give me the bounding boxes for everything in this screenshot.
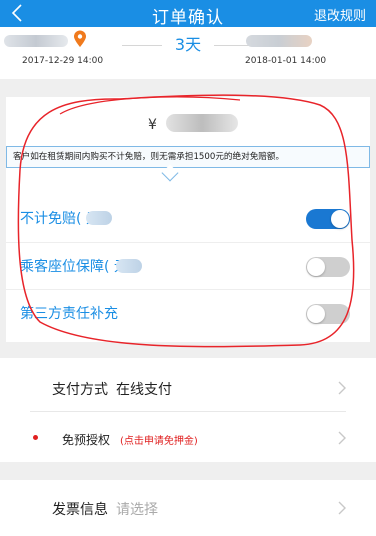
trip-summary: 3天 2017-12-29 14:00 2018-01-01 14:00 [0, 27, 376, 79]
insurance-label: 第三方责任补充 [20, 306, 118, 322]
invoice-text: 发票信息 请选择 [52, 499, 158, 519]
invoice-section: 发票信息 请选择 [0, 480, 376, 536]
insurance-row-passenger: 乘客座位保障( 元) [6, 242, 370, 288]
deductible-notice: 客户如在租赁期间内购买不计免赔，则无需承担1500元的绝对免赔额。 [6, 146, 370, 168]
preauth-label: 免预授权 [62, 433, 111, 447]
invoice-row[interactable]: 发票信息 请选择 [0, 482, 376, 534]
invoice-label: 发票信息 [52, 502, 108, 518]
invoice-placeholder: 请选择 [116, 502, 158, 518]
duration-line-left [122, 45, 162, 46]
pickup-location-redacted [4, 35, 68, 47]
payment-method-text: 支付方式 在线支付 [52, 379, 172, 399]
refund-rules-link[interactable]: 退改规则 [314, 5, 366, 24]
location-pin-icon [74, 30, 86, 47]
preauth-row[interactable]: 免预授权 (点击申请免押金) [0, 412, 376, 464]
required-dot [33, 435, 38, 440]
toggle-knob [331, 210, 349, 228]
payment-method-row[interactable]: 支付方式 在线支付 [0, 362, 376, 414]
chevron-right-icon [338, 501, 346, 515]
insurance-card: ¥ 客户如在租赁期间内购买不计免赔，则无需承担1500元的绝对免赔额。 不计免赔… [6, 97, 370, 342]
top-nav-bar: 订单确认 退改规则 [0, 0, 376, 28]
rental-duration: 3天 [174, 35, 202, 54]
deductible-toggle[interactable] [306, 209, 350, 229]
insurance-row-deductible: 不计免赔( 元) [6, 195, 370, 241]
payment-method-value: 在线支付 [116, 382, 172, 398]
insurance-price-redacted [166, 114, 238, 132]
insurance-price-currency: ¥ [148, 117, 157, 133]
payment-section: 支付方式 在线支付 免预授权 (点击申请免押金) [0, 358, 376, 462]
pickup-date: 2017-12-29 14:00 [22, 56, 104, 66]
third-party-toggle[interactable] [306, 304, 350, 324]
order-confirm-screen: 订单确认 退改规则 3天 2017-12-29 14:00 2018-01-01… [0, 0, 376, 536]
toggle-knob [307, 305, 325, 323]
insurance-row-third-party: 第三方责任补充 [6, 289, 370, 335]
preauth-text: 免预授权 (点击申请免押金) [62, 431, 198, 448]
chevron-right-icon [338, 381, 346, 395]
payment-method-label: 支付方式 [52, 382, 108, 398]
return-location-redacted [246, 35, 312, 47]
toggle-knob [307, 258, 325, 276]
price-redacted [116, 259, 142, 273]
return-date: 2018-01-01 14:00 [245, 56, 327, 66]
preauth-hint: (点击申请免押金) [120, 436, 198, 447]
price-redacted [86, 211, 112, 225]
chevron-right-icon [338, 431, 346, 445]
passenger-seat-toggle[interactable] [306, 257, 350, 277]
